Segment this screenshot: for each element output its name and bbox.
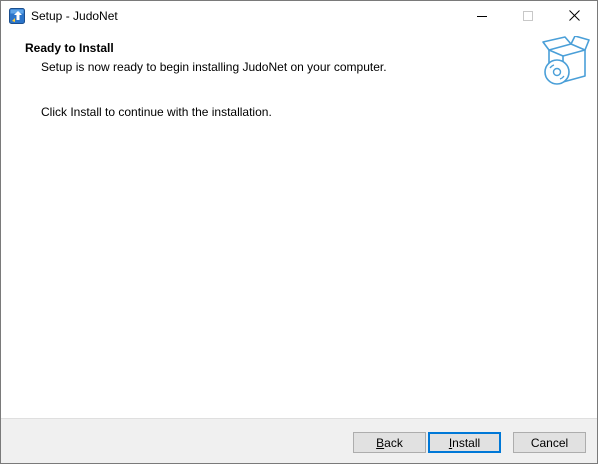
cancel-label: Cancel bbox=[530, 435, 569, 450]
install-label: nstall bbox=[452, 435, 481, 450]
maximize-icon bbox=[523, 10, 533, 24]
close-button[interactable] bbox=[551, 1, 597, 32]
back-label: ack bbox=[384, 435, 403, 450]
cancel-button[interactable]: Cancel bbox=[513, 432, 586, 453]
minimize-icon bbox=[477, 10, 487, 24]
setup-app-icon bbox=[9, 8, 25, 24]
back-accel: B bbox=[376, 435, 385, 450]
button-bar: Back Install Cancel bbox=[1, 418, 597, 463]
box-disc-icon bbox=[541, 35, 591, 88]
back-button[interactable]: Back bbox=[353, 432, 426, 453]
close-icon bbox=[568, 9, 580, 24]
page-title: Ready to Install bbox=[25, 41, 114, 55]
wizard-header: Ready to Install Setup is now ready to b… bbox=[1, 32, 597, 91]
window-title: Setup - JudoNet bbox=[31, 9, 118, 23]
title-bar: Setup - JudoNet bbox=[1, 1, 597, 32]
minimize-button[interactable] bbox=[459, 1, 505, 32]
install-button[interactable]: Install bbox=[428, 432, 501, 453]
instruction-text: Click Install to continue with the insta… bbox=[41, 105, 272, 119]
setup-window: Setup - JudoNet Ready to Install Setup i… bbox=[0, 0, 598, 464]
page-subtitle: Setup is now ready to begin installing J… bbox=[41, 60, 387, 74]
maximize-button[interactable] bbox=[505, 1, 551, 32]
